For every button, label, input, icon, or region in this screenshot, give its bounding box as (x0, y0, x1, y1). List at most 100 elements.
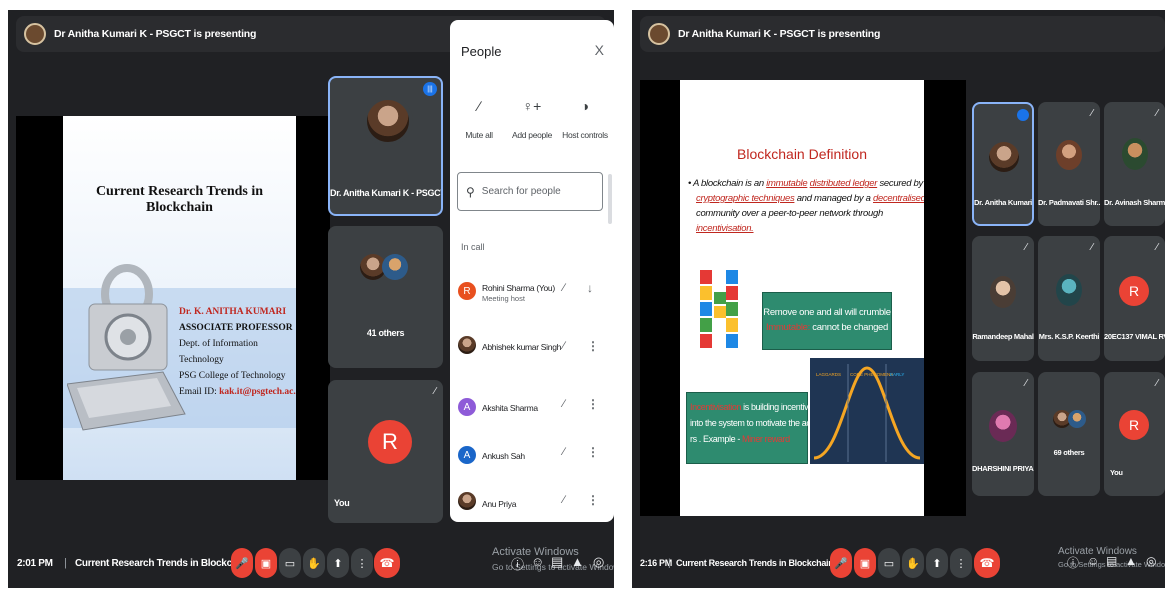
info-icon[interactable]: ⓘ (511, 554, 524, 573)
mic-off-icon: ∕ (434, 386, 436, 397)
mute-all-button[interactable]: ∕ Mute all (452, 98, 506, 140)
self-tile[interactable]: ∕ R You (328, 380, 443, 523)
participant-name: Ramandeep Mahal (972, 332, 1034, 341)
raise-hand-button[interactable]: ✋ (303, 548, 325, 578)
participant-photo (1056, 140, 1082, 170)
presenter-avatar (648, 23, 670, 45)
presenter-tile-name: Dr. Anitha Kumari K - PSGCT (330, 188, 441, 198)
self-label: You (334, 498, 350, 508)
add-person-icon: ♀+ (522, 98, 542, 114)
presenter-tile[interactable]: ||| Dr. Anitha Kumari K - PSGCT (328, 76, 443, 216)
camera-toggle-button[interactable]: ▣ (854, 548, 876, 578)
adoption-curve-chart: LAGGARDS CORE PHENOMENA EARLY (810, 358, 924, 464)
participant-tile[interactable]: ∕ Dr. Padmavati Shr... (1038, 102, 1100, 226)
host-controls-icon[interactable]: ◎ (593, 554, 604, 570)
add-people-button[interactable]: ♀+ Add people (505, 98, 559, 140)
present-button[interactable]: ⬆ (327, 548, 349, 578)
presenter-avatar (24, 23, 46, 45)
more-options-button[interactable]: ⋮ (950, 548, 972, 578)
participant-tile[interactable]: ∕ R 20EC137 VIMAL RV (1104, 236, 1165, 361)
participant-row[interactable]: Abhishek kumar Singh ∕ ⋮ (450, 332, 614, 372)
blocks-illustration (700, 270, 738, 348)
shared-screen: Blockchain Definition • A blockchain is … (640, 80, 966, 516)
pin-icon[interactable]: ↓ (587, 281, 593, 295)
more-options-button[interactable]: ⋮ (351, 548, 373, 578)
more-options-icon[interactable]: ⋮ (587, 397, 599, 411)
participant-tile[interactable]: ∕ DHARSHINI PRIYA R (972, 372, 1034, 496)
mic-off-icon: ∕ (563, 494, 565, 506)
participant-tile[interactable]: ∕ Ramandeep Mahal (972, 236, 1034, 361)
bottom-bar: 2:01 PM | Current Research Trends in Blo… (8, 538, 614, 588)
more-options-icon[interactable]: ⋮ (587, 339, 599, 353)
department: Dept. of Information Technology (179, 339, 258, 365)
chat-icon[interactable]: ▤ (551, 554, 563, 570)
participant-tile[interactable]: ∕ Dr. Avinash Sharma (1104, 102, 1165, 226)
participant-name: Mrs. K.S.P. Keerthi (1038, 332, 1100, 341)
present-button[interactable]: ⬆ (926, 548, 948, 578)
participant-row[interactable]: A Ankush Sah ∕ ⋮ (450, 438, 614, 478)
immutable-box: Remove one and all will crumble Immutabl… (762, 292, 892, 350)
participant-row[interactable]: Anu Priya ∕ ⋮ (450, 486, 614, 522)
meeting-title: Current Research Trends in Blockchain (75, 557, 252, 569)
separator: | (64, 557, 67, 569)
end-call-button[interactable]: ☎ (374, 548, 400, 578)
participant-name: 69 others (1053, 448, 1085, 457)
laptop-lock-illustration (67, 264, 186, 431)
mute-all-label: Mute all (465, 130, 493, 140)
mic-off-icon: ∕ (563, 398, 565, 410)
activities-icon[interactable]: ▲ (571, 554, 584, 569)
definition-text: • A blockchain is an immutable distribut… (688, 178, 924, 234)
presenter-photo (363, 96, 413, 146)
info-icon[interactable]: ⓘ (1067, 554, 1079, 571)
chat-icon[interactable]: ▤ (1106, 554, 1117, 568)
participant-avatar: R (1119, 276, 1149, 306)
bottom-bar: 2:16 PM | Current Research Trends in Blo… (632, 538, 1165, 588)
others-tile[interactable]: 41 others (328, 226, 443, 368)
captions-button[interactable]: ▭ (878, 548, 900, 578)
mic-off-icon: ∕ (1025, 378, 1027, 389)
end-call-button[interactable]: ☎ (974, 548, 1000, 578)
presenting-label: Dr Anitha Kumari K - PSGCT is presenting (678, 28, 881, 40)
captions-button[interactable]: ▭ (279, 548, 301, 578)
raise-hand-button[interactable]: ✋ (902, 548, 924, 578)
participant-name: Dr. Padmavati Shr... (1038, 198, 1100, 207)
more-options-icon[interactable]: ⋮ (587, 493, 599, 507)
mic-toggle-button[interactable]: 🎤 (830, 548, 852, 578)
slide: Blockchain Definition • A blockchain is … (680, 80, 924, 516)
participant-name: Rohini Sharma (You) (482, 283, 555, 293)
search-people-input[interactable]: ⚲ Search for people (457, 172, 603, 211)
camera-toggle-button[interactable]: ▣ (255, 548, 277, 578)
close-icon[interactable]: X (595, 42, 604, 58)
participant-name: Dr. Avinash Sharma (1104, 198, 1165, 207)
host-controls-button[interactable]: ◑ Host controls (558, 98, 612, 140)
presenting-label: Dr Anitha Kumari K - PSGCT is presenting (54, 28, 257, 40)
participant-row[interactable]: A Akshita Sharma ∕ ⋮ (450, 390, 614, 430)
participant-row[interactable]: R Rohini Sharma (You) Meeting host ∕ ↓ (450, 274, 614, 314)
people-icon[interactable]: ☺ (1087, 554, 1099, 568)
participant-photo (1068, 410, 1086, 428)
self-tile[interactable]: ∕ R You (1104, 372, 1165, 496)
mic-toggle-button[interactable]: 🎤 (231, 548, 253, 578)
mic-off-icon: ∕ (477, 98, 481, 114)
participant-avatar: R (458, 282, 476, 300)
meeting-title: Current Research Trends in Blockchain (676, 558, 834, 568)
others-count: 41 others (366, 328, 405, 338)
self-avatar: R (368, 420, 412, 464)
participant-photo (990, 276, 1016, 308)
mic-off-icon: ∕ (563, 340, 565, 352)
in-call-heading: In call (461, 242, 485, 252)
incentivisation-box: Incentivisation is building incentives i… (686, 392, 818, 464)
participant-role: Meeting host (482, 294, 525, 303)
slide-title: Blockchain Definition (737, 146, 867, 162)
participant-tile[interactable]: Dr. Anitha Kumari ... (972, 102, 1034, 226)
activities-icon[interactable]: ▲ (1125, 554, 1137, 568)
people-panel-title: People (461, 44, 502, 59)
scrollbar[interactable] (608, 174, 612, 224)
participant-tile[interactable]: ∕ Mrs. K.S.P. Keerthi (1038, 236, 1100, 361)
self-avatar: R (1119, 410, 1149, 440)
host-controls-icon[interactable]: ◎ (1146, 554, 1156, 568)
clock: 2:01 PM (17, 557, 53, 569)
more-options-icon[interactable]: ⋮ (587, 445, 599, 459)
people-icon[interactable]: ☺ (531, 554, 544, 569)
participant-tile[interactable]: 69 others (1038, 372, 1100, 496)
